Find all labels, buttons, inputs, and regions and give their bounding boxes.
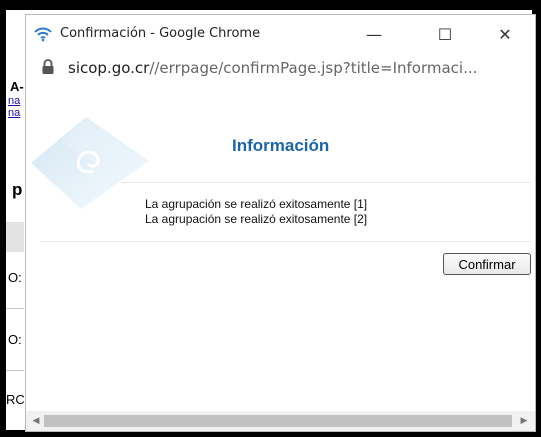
message-line: La agrupación se realizó exitosamente [1… [145,197,368,211]
sicop-logo-icon [31,117,149,209]
url-text[interactable]: sicop.go.cr//errpage/confirmPage.jsp?tit… [68,59,477,77]
frame-border [0,0,6,437]
address-bar[interactable]: sicop.go.cr//errpage/confirmPage.jsp?tit… [26,53,535,83]
dialog-content: Información La agrupación se realizó exi… [26,83,535,411]
divider [121,182,531,183]
wifi-icon [34,26,52,42]
dialog-heading: Información [232,136,330,155]
background-text-a: A- [10,79,24,94]
url-path: //errpage/confirmPage.jsp?title=Informac… [149,59,478,77]
background-text-os1: O: [8,270,22,285]
window-title: Confirmación - Google Chrome [60,26,261,41]
url-host: sicop.go.cr [68,59,150,77]
minimize-button[interactable]: — [354,19,394,49]
divider [40,241,531,242]
background-link-1[interactable]: na [8,95,20,107]
confirm-button[interactable]: Confirmar [443,253,531,275]
close-button[interactable]: ✕ [485,19,525,49]
message-line: La agrupación se realizó exitosamente [2… [145,212,368,226]
background-text-p: p [12,180,23,199]
background-link-2[interactable]: na [8,107,20,119]
scrollbar-thumb[interactable] [44,415,512,427]
frame-border [0,0,541,10]
scroll-left-icon[interactable]: ◀ [28,415,44,427]
scroll-right-icon[interactable]: ▶ [516,415,532,427]
maximize-button[interactable]: ☐ [425,19,465,49]
popup-window: Confirmación - Google Chrome — ☐ ✕ sicop… [25,14,536,432]
background-text-os2: O: [8,332,22,347]
background-text-rc: RC [6,392,25,407]
lock-icon [41,59,55,75]
horizontal-scrollbar[interactable]: ◀ ▶ [26,411,535,431]
title-bar[interactable]: Confirmación - Google Chrome — ☐ ✕ [26,15,535,53]
